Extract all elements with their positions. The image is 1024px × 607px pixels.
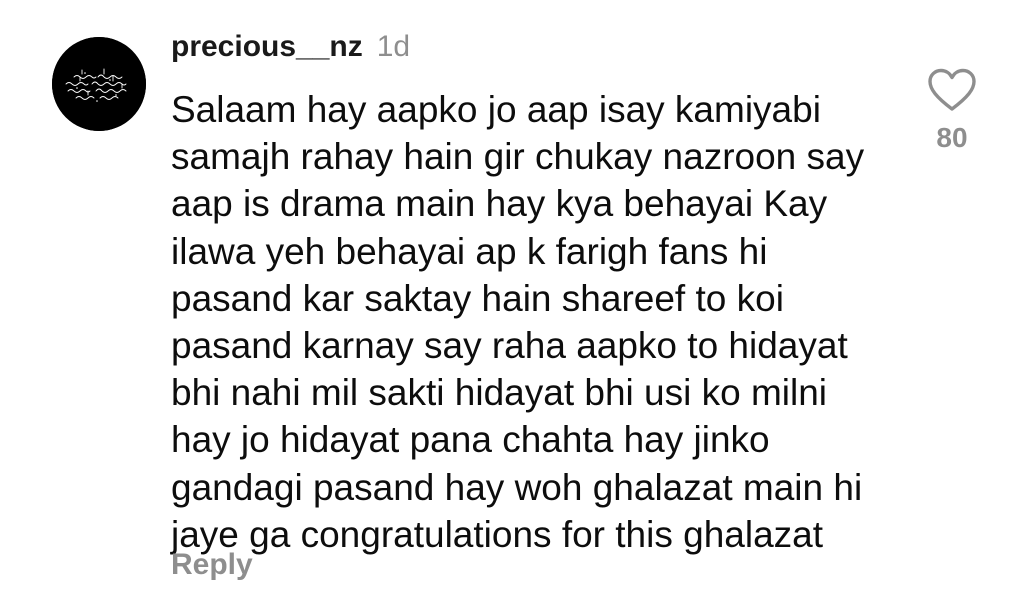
username-link[interactable]: precious__nz	[171, 30, 363, 64]
comment-text-line: aap is drama main hay kya behayai Kay	[171, 183, 828, 225]
comment-text-line: pasand kar saktay hain shareef to koi	[171, 277, 784, 319]
comment-text-line: pasand karnay say raha aapko to hidayat	[171, 325, 848, 367]
comment-text-line: Salaam hay aapko jo aap isay kamiyabi	[171, 89, 821, 130]
comment-text-line: jaye ga congratulations for this ghalaza…	[171, 513, 824, 555]
like-control: 80	[920, 68, 984, 154]
comment-text-line: samajh rahay hain gir chukay nazroon say	[171, 136, 865, 178]
comment-text-line: bhi nahi mil sakti hidayat bhi usi ko mi…	[171, 372, 828, 414]
comment-text-line: ilawa yeh behayai ap k farigh fans hi	[171, 230, 768, 272]
like-button[interactable]	[927, 68, 977, 112]
comment-text-line: gandagi pasand hay woh ghalazat main hi	[171, 466, 863, 508]
like-count: 80	[936, 122, 968, 153]
comment-item: precious__nz 1d Salaam hay aapko jo aap …	[0, 0, 1024, 607]
heart-outline-icon	[928, 68, 976, 111]
comment-header: precious__nz 1d	[171, 30, 410, 74]
reply-button[interactable]: Reply	[171, 548, 253, 582]
comment-text: Salaam hay aapko jo aap isay kamiyabi sa…	[171, 86, 906, 558]
avatar[interactable]	[52, 37, 146, 131]
comment-text-line: hay jo hidayat pana chahta hay jinko	[171, 419, 770, 461]
comment-timestamp: 1d	[376, 30, 411, 63]
calligraphy-avatar-image	[52, 37, 146, 131]
